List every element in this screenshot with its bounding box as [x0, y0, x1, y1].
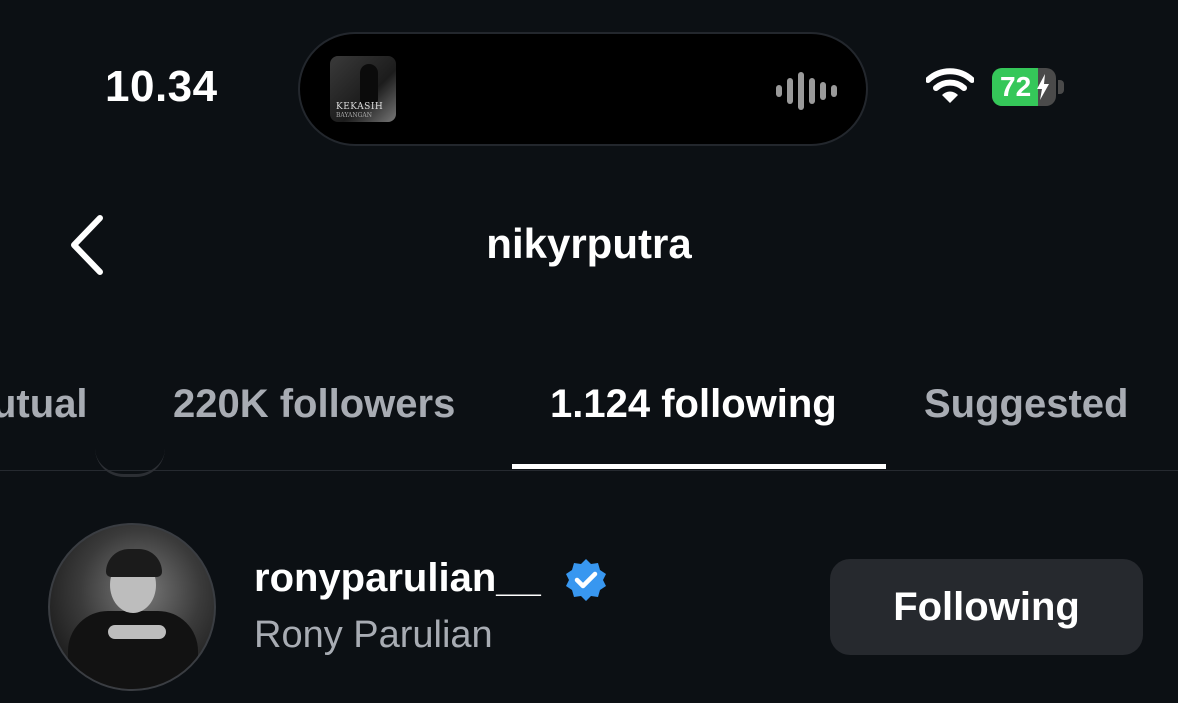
album-art-figure: [360, 64, 378, 104]
battery-indicator: 72: [992, 68, 1056, 106]
charging-bolt-icon: [1037, 74, 1049, 100]
verified-badge-icon: [566, 559, 606, 601]
battery-cap: [1058, 80, 1064, 94]
audio-waveform-icon: [776, 72, 838, 110]
previous-row-avatar-edge: [95, 448, 165, 477]
tab-mutual[interactable]: utual: [0, 382, 88, 427]
tab-suggested[interactable]: Suggested: [924, 382, 1128, 427]
avatar-figure-arm: [108, 625, 166, 639]
profile-username-title: nikyrputra: [486, 220, 692, 267]
wifi-icon: [926, 68, 974, 103]
following-button[interactable]: Following: [830, 559, 1143, 655]
list-item-username[interactable]: ronyparulian__: [254, 556, 541, 601]
tab-followers[interactable]: 220K followers: [173, 382, 455, 427]
active-tab-indicator: [512, 464, 886, 469]
tab-following[interactable]: 1.124 following: [550, 382, 837, 427]
avatar[interactable]: [48, 523, 216, 691]
album-art-thumbnail[interactable]: KEKASIH BAYANGAN: [330, 56, 396, 122]
album-art-subtitle: BAYANGAN: [336, 112, 372, 119]
dynamic-island-now-playing[interactable]: KEKASIH BAYANGAN: [298, 32, 868, 146]
avatar-figure-body: [68, 611, 198, 689]
album-art-title: KEKASIH: [336, 102, 384, 112]
battery-percent: 72: [1000, 71, 1032, 102]
tabs-divider: [0, 470, 1178, 471]
status-time: 10.34: [105, 62, 218, 111]
list-item-full-name: Rony Parulian: [254, 614, 493, 656]
avatar-figure-hair: [106, 549, 162, 577]
